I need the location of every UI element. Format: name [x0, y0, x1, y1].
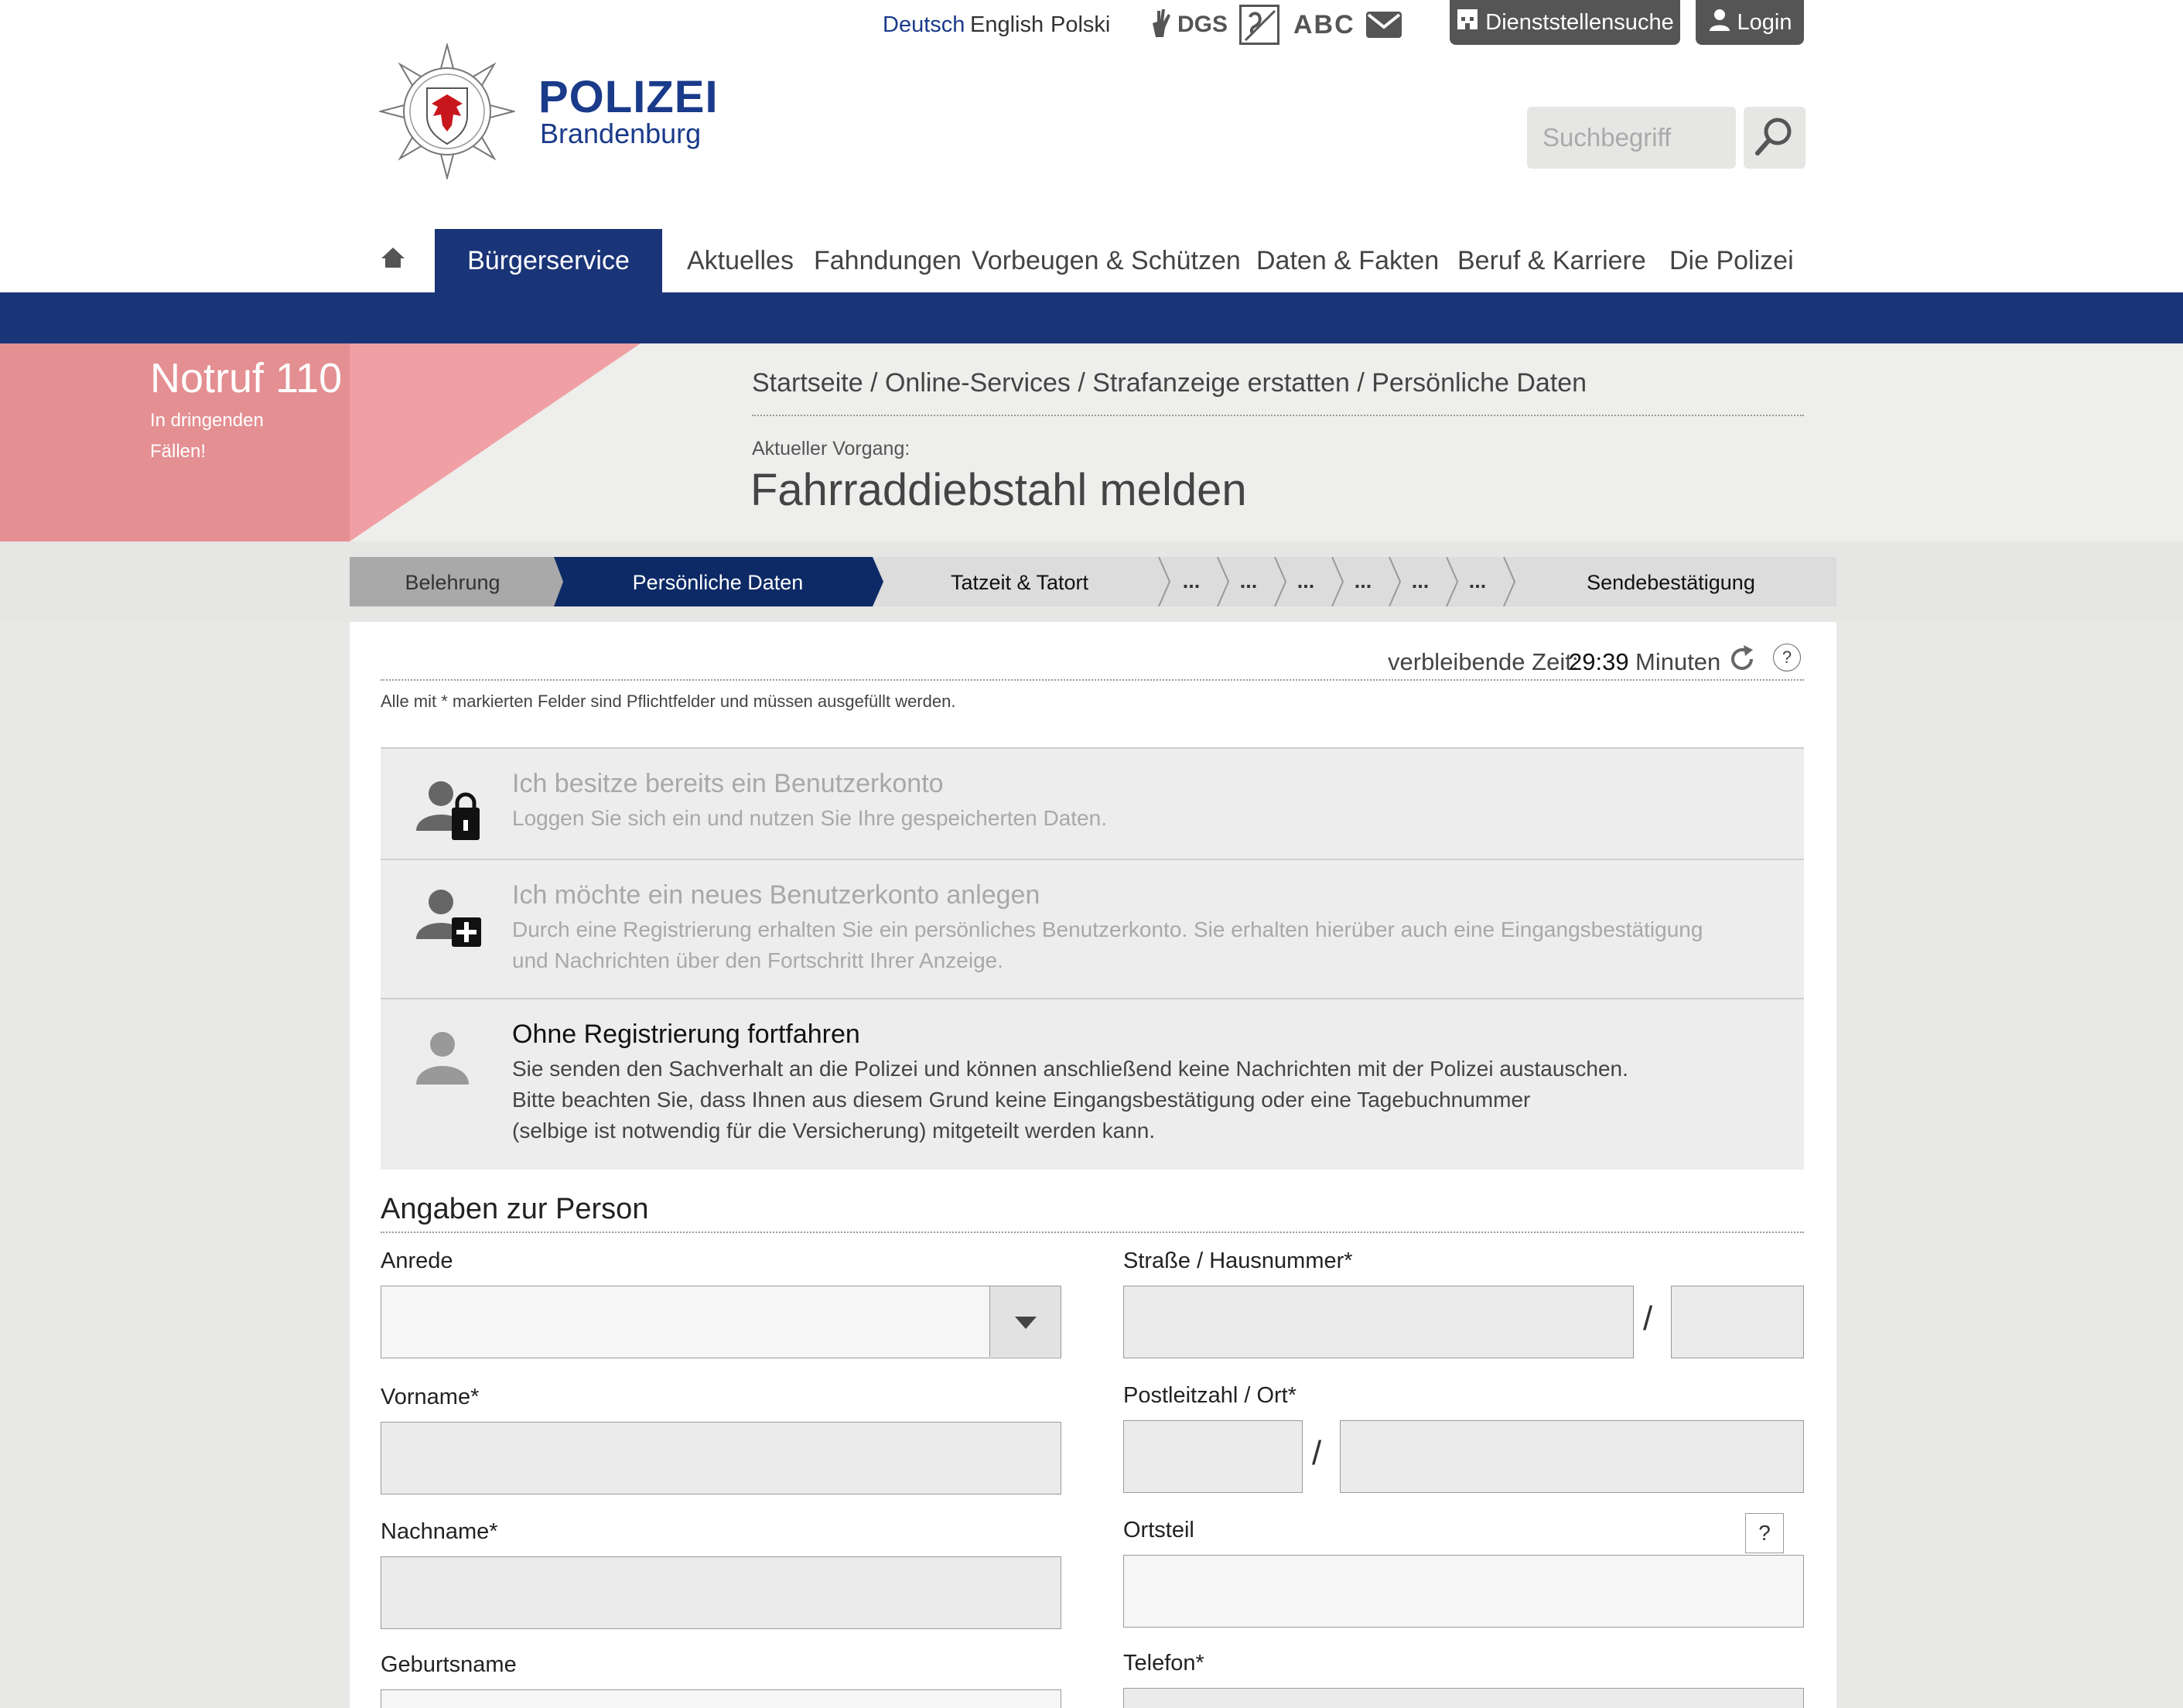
search-input[interactable] [1527, 107, 1736, 169]
page-title: Fahrraddiebstahl melden [750, 465, 1247, 515]
search-icon [1753, 114, 1796, 162]
timer-value: 29:39 [1569, 648, 1629, 675]
lang-polski[interactable]: Polski [1051, 12, 1110, 38]
sign-language-link[interactable]: DGS [1150, 3, 1228, 46]
nachname-input[interactable] [381, 1556, 1061, 1629]
option-login[interactable]: Ich besitze bereits ein Benutzerkonto Lo… [381, 747, 1804, 859]
login-label: Login [1737, 9, 1792, 35]
dienststellensuche-label: Dienststellensuche [1485, 9, 1674, 35]
hausnummer-input[interactable] [1671, 1286, 1804, 1358]
nav-bar [0, 292, 2183, 343]
step-label: Persönliche Daten [633, 571, 804, 594]
logo-subtitle: Brandenburg [540, 118, 702, 149]
strasse-label: Straße / Hausnummer* [1123, 1249, 1353, 1273]
nav-vorbeugen[interactable]: Vorbeugen & Schützen [972, 229, 1241, 292]
chevron-down-icon [1014, 1309, 1037, 1335]
step-label: ... [1297, 569, 1315, 593]
nav-home[interactable] [376, 229, 410, 292]
vorname-label: Vorname* [381, 1385, 480, 1409]
logo-title: POLIZEI [538, 72, 719, 122]
separator: / [1312, 1434, 1322, 1472]
timer-unit: Minuten [1635, 648, 1721, 675]
option-desc: (selbige ist notwendig für die Versicher… [512, 1119, 1156, 1143]
telefon-input[interactable] [1123, 1688, 1804, 1708]
process-label: Aktueller Vorgang: [752, 438, 910, 459]
notruf-title: Notruf 110 [150, 355, 343, 401]
option-desc: Bitte beachten Sie, dass Ihnen aus diese… [512, 1088, 1531, 1112]
lang-deutsch[interactable]: Deutsch [883, 12, 965, 38]
section-title: Angaben zur Person [381, 1193, 649, 1225]
option-no-registration[interactable]: Ohne Registrierung fortfahren Sie senden… [381, 998, 1804, 1170]
divider [381, 679, 1804, 681]
separator: / [1643, 1300, 1653, 1337]
option-desc: und Nachrichten über den Fortschritt Ihr… [512, 948, 1004, 972]
hearing-icon[interactable] [1239, 3, 1279, 46]
home-icon [381, 246, 405, 276]
option-title: Ohne Registrierung fortfahren [512, 1020, 860, 1049]
ortsteil-help-button[interactable]: ? [1745, 1513, 1784, 1553]
option-desc: Loggen Sie sich ein und nutzen Sie Ihre … [512, 806, 1107, 830]
required-note: Alle mit * markierten Felder sind Pflich… [381, 692, 956, 711]
hand-icon [1150, 6, 1173, 44]
user-lock-icon [408, 775, 483, 845]
nav-buergerservice[interactable]: Bürgerservice [435, 229, 662, 292]
telefon-label: Telefon* [1123, 1651, 1204, 1676]
search-button[interactable] [1744, 107, 1806, 169]
step-label: ... [1412, 569, 1430, 593]
user-icon [1708, 8, 1731, 37]
login-button[interactable]: Login [1696, 0, 1804, 45]
option-title: Ich besitze bereits ein Benutzerkonto [512, 769, 944, 798]
nav-die-polizei[interactable]: Die Polizei [1669, 229, 1794, 292]
geburtsname-label: Geburtsname [381, 1652, 517, 1677]
police-star-logo[interactable] [377, 42, 517, 183]
vorname-input[interactable] [381, 1422, 1061, 1494]
building-icon [1456, 8, 1479, 37]
plz-ort-label: Postleitzahl / Ort* [1123, 1383, 1297, 1408]
option-register[interactable]: Ich möchte ein neues Benutzerkonto anleg… [381, 859, 1804, 998]
anrede-dropdown-toggle[interactable] [989, 1286, 1061, 1357]
divider [381, 1231, 1804, 1233]
step-label: Belehrung [405, 571, 500, 594]
timer-help-button[interactable]: ? [1773, 644, 1801, 671]
notruf-triangle [350, 343, 641, 545]
mail-icon[interactable] [1366, 3, 1402, 46]
anrede-select[interactable] [381, 1286, 1061, 1358]
lang-english[interactable]: English [970, 12, 1044, 38]
nachname-label: Nachname* [381, 1519, 498, 1544]
ortsteil-label: Ortsteil [1123, 1518, 1194, 1542]
step-label: ... [1355, 569, 1372, 593]
user-add-icon [408, 883, 483, 957]
dgs-label: DGS [1177, 12, 1228, 37]
user-icon [410, 1027, 475, 1090]
plz-input[interactable] [1123, 1420, 1303, 1493]
anrede-label: Anrede [381, 1249, 453, 1273]
breadcrumb[interactable]: Startseite / Online-Services / Strafanze… [752, 368, 1587, 398]
step-label: Tatzeit & Tatort [951, 571, 1089, 594]
geburtsname-input[interactable] [381, 1689, 1061, 1708]
option-desc: Sie senden den Sachverhalt an die Polize… [512, 1057, 1628, 1081]
nav-aktuelles[interactable]: Aktuelles [687, 229, 794, 292]
nav-daten-fakten[interactable]: Daten & Fakten [1256, 229, 1439, 292]
nav-beruf-karriere[interactable]: Beruf & Karriere [1457, 229, 1646, 292]
step-label: ... [1469, 569, 1487, 593]
divider [752, 415, 1804, 416]
abc-label: ABC [1293, 9, 1355, 39]
timer-label: verbleibende Zeit: [1388, 648, 1579, 675]
option-title: Ich möchte ein neues Benutzerkonto anleg… [512, 880, 1040, 910]
strasse-input[interactable] [1123, 1286, 1634, 1358]
step-label: Sendebestätigung [1587, 571, 1755, 594]
option-desc: Durch eine Registrierung erhalten Sie ei… [512, 917, 1703, 941]
step-label: ... [1240, 569, 1258, 593]
refresh-icon[interactable] [1727, 644, 1758, 678]
nav-fahndungen[interactable]: Fahndungen [814, 229, 962, 292]
easy-language-link[interactable]: ABC [1293, 3, 1355, 46]
step-label: ... [1183, 569, 1201, 593]
dienststellensuche-button[interactable]: Dienststellensuche [1450, 0, 1680, 45]
ort-input[interactable] [1340, 1420, 1804, 1493]
ortsteil-input[interactable] [1123, 1555, 1804, 1628]
progress-steps: Belehrung Persönliche Daten Tatzeit & Ta… [350, 556, 1836, 610]
notruf-subtitle: In dringenden Fällen! [150, 410, 264, 462]
